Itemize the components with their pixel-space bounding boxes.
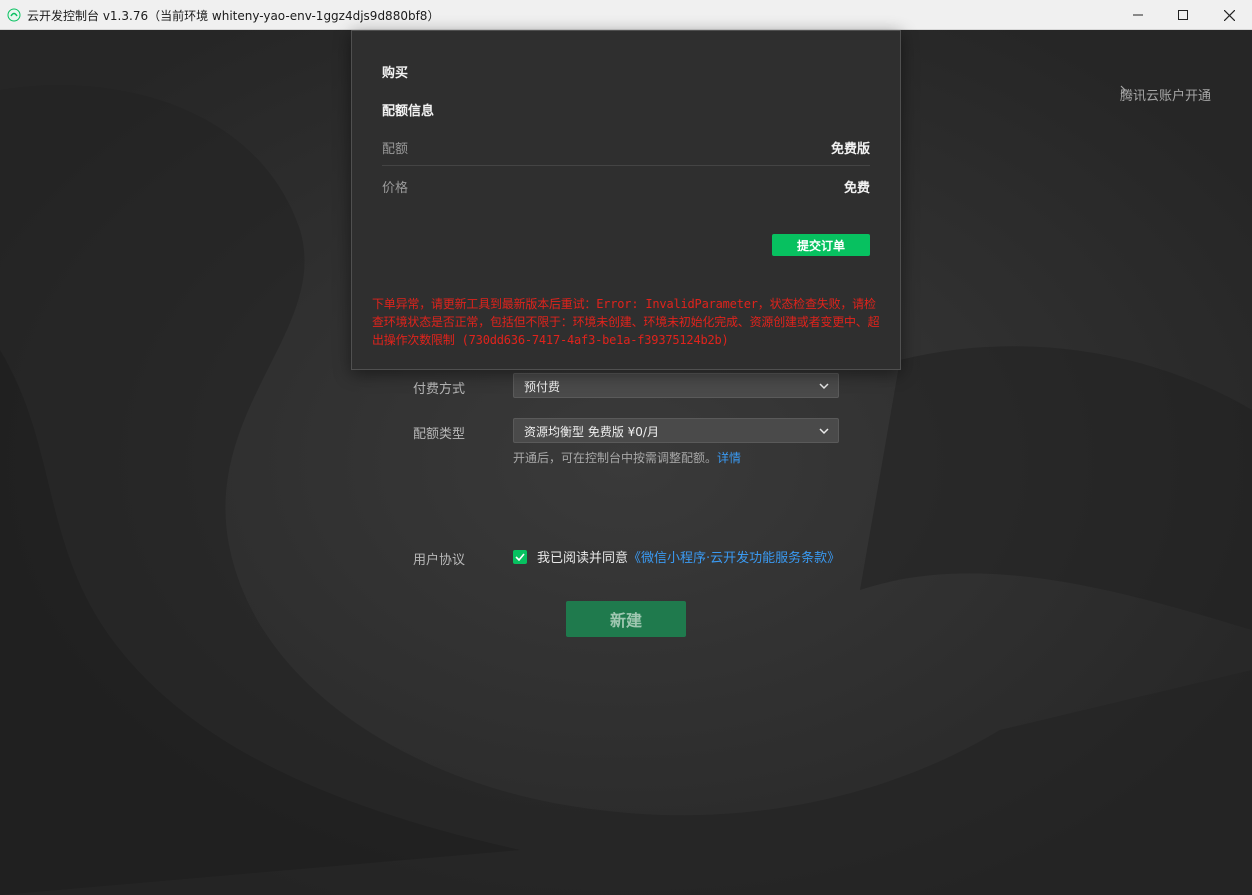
title-bar: 云开发控制台 v1.3.76（当前环境 whiteny-yao-env-1ggz… (0, 0, 1252, 30)
quota-details-link[interactable]: 详情 (717, 451, 741, 465)
user-agreement-label: 用户协议 (413, 553, 466, 568)
service-terms-link[interactable]: 《微信小程序·云开发功能服务条款》 (628, 551, 840, 566)
agreement-prefix: 我已阅读并同意 (537, 551, 629, 566)
create-button[interactable]: 新建 (566, 601, 686, 637)
quota-type-value: 资源均衡型 免费版 ¥0/月 (524, 425, 659, 439)
maximize-icon (1178, 10, 1188, 20)
quota-row-value: 免费版 (830, 142, 870, 157)
tencent-cloud-account-link[interactable]: 腾讯云账户开通 (1120, 85, 1211, 104)
quota-type-label: 配额类型 (413, 427, 466, 442)
quota-hint-text: 开通后，可在控制台中按需调整配额。 (513, 451, 718, 465)
agreement-text: 我已阅读并同意《微信小程序·云开发功能服务条款》 (537, 547, 840, 566)
order-error-message: 下单异常，请更新工具到最新版本后重试：Error: InvalidParamet… (372, 297, 880, 347)
minimize-icon (1133, 14, 1143, 16)
popup-title: 购买 (382, 66, 409, 81)
row-divider (382, 165, 870, 166)
price-row-label: 价格 (382, 181, 409, 196)
payment-method-select[interactable]: 预付费 (513, 373, 839, 398)
chevron-down-icon (819, 428, 829, 435)
chevron-right-icon (1120, 85, 1126, 95)
quota-hint: 开通后，可在控制台中按需调整配额。详情 (513, 449, 741, 466)
purchase-popup: 购买 配额信息 配额 免费版 价格 免费 提交订单 下单异常，请更新工具到最新版… (351, 30, 901, 370)
window-title: 云开发控制台 v1.3.76（当前环境 whiteny-yao-env-1ggz… (27, 9, 440, 23)
submit-order-button[interactable]: 提交订单 (772, 234, 870, 256)
payment-method-label: 付费方式 (413, 382, 466, 397)
chevron-down-icon (819, 383, 829, 390)
maximize-button[interactable] (1160, 0, 1206, 30)
tencent-cloud-account-label: 腾讯云账户开通 (1120, 89, 1212, 104)
checkmark-icon (515, 553, 525, 561)
payment-method-value: 预付费 (524, 380, 561, 394)
agreement-checkbox[interactable] (513, 550, 527, 564)
price-row-value: 免费 (843, 181, 870, 196)
quota-type-select[interactable]: 资源均衡型 免费版 ¥0/月 (513, 418, 839, 443)
cloud-dev-app-icon (7, 8, 21, 22)
quota-info-title: 配额信息 (382, 104, 435, 119)
quota-row-label: 配额 (382, 142, 409, 157)
close-button[interactable] (1206, 0, 1252, 30)
close-icon (1223, 9, 1235, 21)
minimize-button[interactable] (1115, 0, 1161, 30)
